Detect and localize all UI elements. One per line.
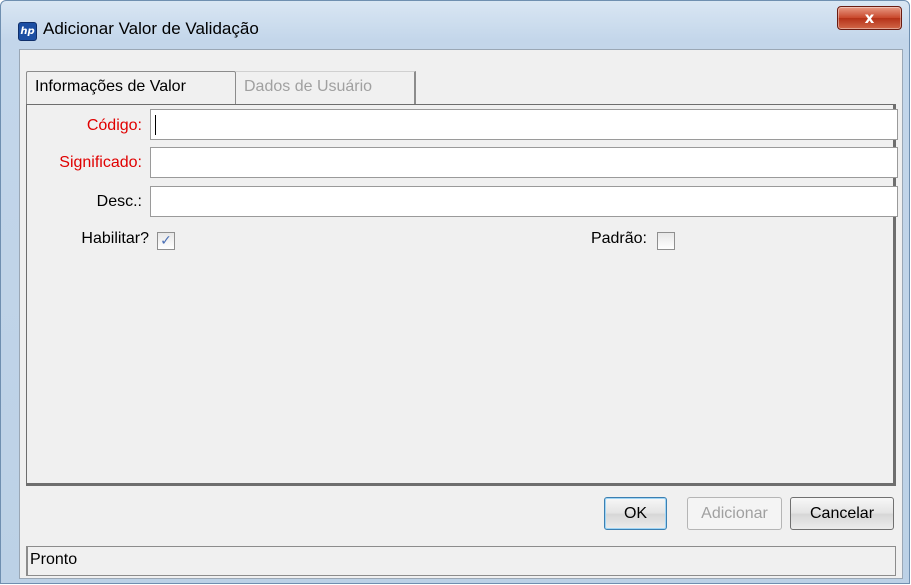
dialog-content: Informações de Valor Dados de Usuário Có… xyxy=(19,49,903,579)
tab-panel: Código: Significado: Desc.: Habilitar? ✓… xyxy=(26,104,898,486)
hp-logo-icon: hp xyxy=(18,22,37,41)
desc-field[interactable] xyxy=(150,186,898,217)
default-checkbox[interactable] xyxy=(657,232,675,250)
check-icon: ✓ xyxy=(160,233,172,249)
tab-dados-de-usuario[interactable]: Dados de Usuário xyxy=(236,71,416,104)
code-label: Código: xyxy=(86,117,142,134)
close-button[interactable]: x xyxy=(837,6,902,30)
text-caret xyxy=(155,115,156,135)
meaning-field[interactable] xyxy=(150,147,898,178)
tab-informacoes-de-valor[interactable]: Informações de Valor xyxy=(26,71,236,104)
desc-label: Desc.: xyxy=(96,193,142,210)
meaning-label: Significado: xyxy=(59,154,142,171)
window-title: Adicionar Valor de Validação xyxy=(43,19,259,38)
enable-label: Habilitar? xyxy=(81,230,149,247)
cancel-button[interactable]: Cancelar xyxy=(790,497,894,530)
status-text: Pronto xyxy=(30,551,78,568)
dialog-window: hp Adicionar Valor de Validação x Inform… xyxy=(0,0,910,584)
code-field[interactable] xyxy=(150,109,898,140)
enable-checkbox[interactable]: ✓ xyxy=(157,232,175,250)
close-icon: x xyxy=(864,9,875,27)
tab-strip: Informações de Valor Dados de Usuário xyxy=(26,71,896,104)
status-bar: Pronto xyxy=(26,546,896,576)
default-label: Padrão: xyxy=(590,230,647,247)
add-button[interactable]: Adicionar xyxy=(687,497,782,530)
ok-button[interactable]: OK xyxy=(604,497,667,530)
title-bar[interactable]: hp Adicionar Valor de Validação x xyxy=(1,1,909,41)
button-bar: OK Adicionar Cancelar xyxy=(26,490,896,542)
